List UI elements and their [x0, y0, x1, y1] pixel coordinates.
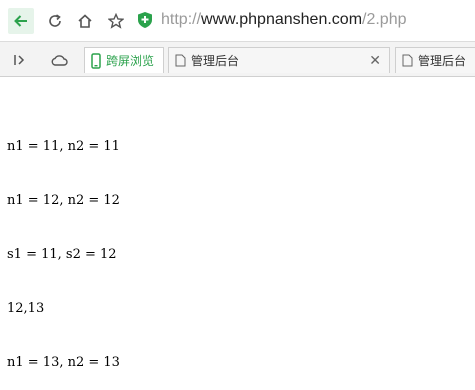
- page-icon: [175, 54, 186, 67]
- close-tab-icon[interactable]: ✕: [369, 52, 381, 69]
- output-line: n1 = 13, n2 = 13: [7, 355, 120, 370]
- tab-cross-screen[interactable]: 跨屏浏览: [84, 47, 164, 73]
- reload-button[interactable]: [42, 8, 68, 34]
- url-field[interactable]: http://www.phpnanshen.com/2.php: [161, 10, 407, 30]
- sidebar-toggle-icon: [14, 55, 25, 65]
- address-toolbar: http://www.phpnanshen.com/2.php: [0, 0, 475, 41]
- page-output: n1 = 11, n2 = 11 n1 = 12, n2 = 12 s1 = 1…: [7, 102, 120, 390]
- cloud-icon: [51, 55, 68, 66]
- output-line: n1 = 11, n2 = 11: [7, 139, 120, 154]
- shield-icon[interactable]: [137, 11, 153, 29]
- tab-strip: 跨屏浏览 管理后台 ✕ 管理后台: [0, 41, 475, 77]
- phone-icon: [91, 52, 101, 69]
- tab-label: 管理后台: [418, 54, 467, 68]
- tab-label: 管理后台: [191, 54, 240, 68]
- url-path: /2.php: [362, 11, 407, 28]
- page-icon: [402, 54, 413, 67]
- back-arrow-icon: [14, 15, 27, 27]
- url-protocol: http://: [161, 11, 202, 28]
- tab-label: 跨屏浏览: [106, 54, 155, 68]
- url-host: www.phpnanshen.com: [201, 11, 363, 28]
- back-button[interactable]: [8, 8, 34, 34]
- output-line: n1 = 12, n2 = 12: [7, 193, 120, 208]
- tab-admin-2[interactable]: 管理后台: [395, 47, 475, 73]
- home-icon: [78, 14, 92, 28]
- star-icon: [108, 13, 124, 29]
- output-line: s1 = 11, s2 = 12: [7, 247, 117, 262]
- reload-icon: [49, 14, 61, 27]
- bookmark-star-button[interactable]: [103, 8, 129, 34]
- home-button[interactable]: [72, 8, 98, 34]
- cloud-sync-button[interactable]: [50, 51, 68, 69]
- tab-admin[interactable]: 管理后台 ✕: [168, 47, 390, 73]
- sidebar-toggle-button[interactable]: [11, 51, 29, 69]
- output-line: 12,13: [7, 301, 45, 316]
